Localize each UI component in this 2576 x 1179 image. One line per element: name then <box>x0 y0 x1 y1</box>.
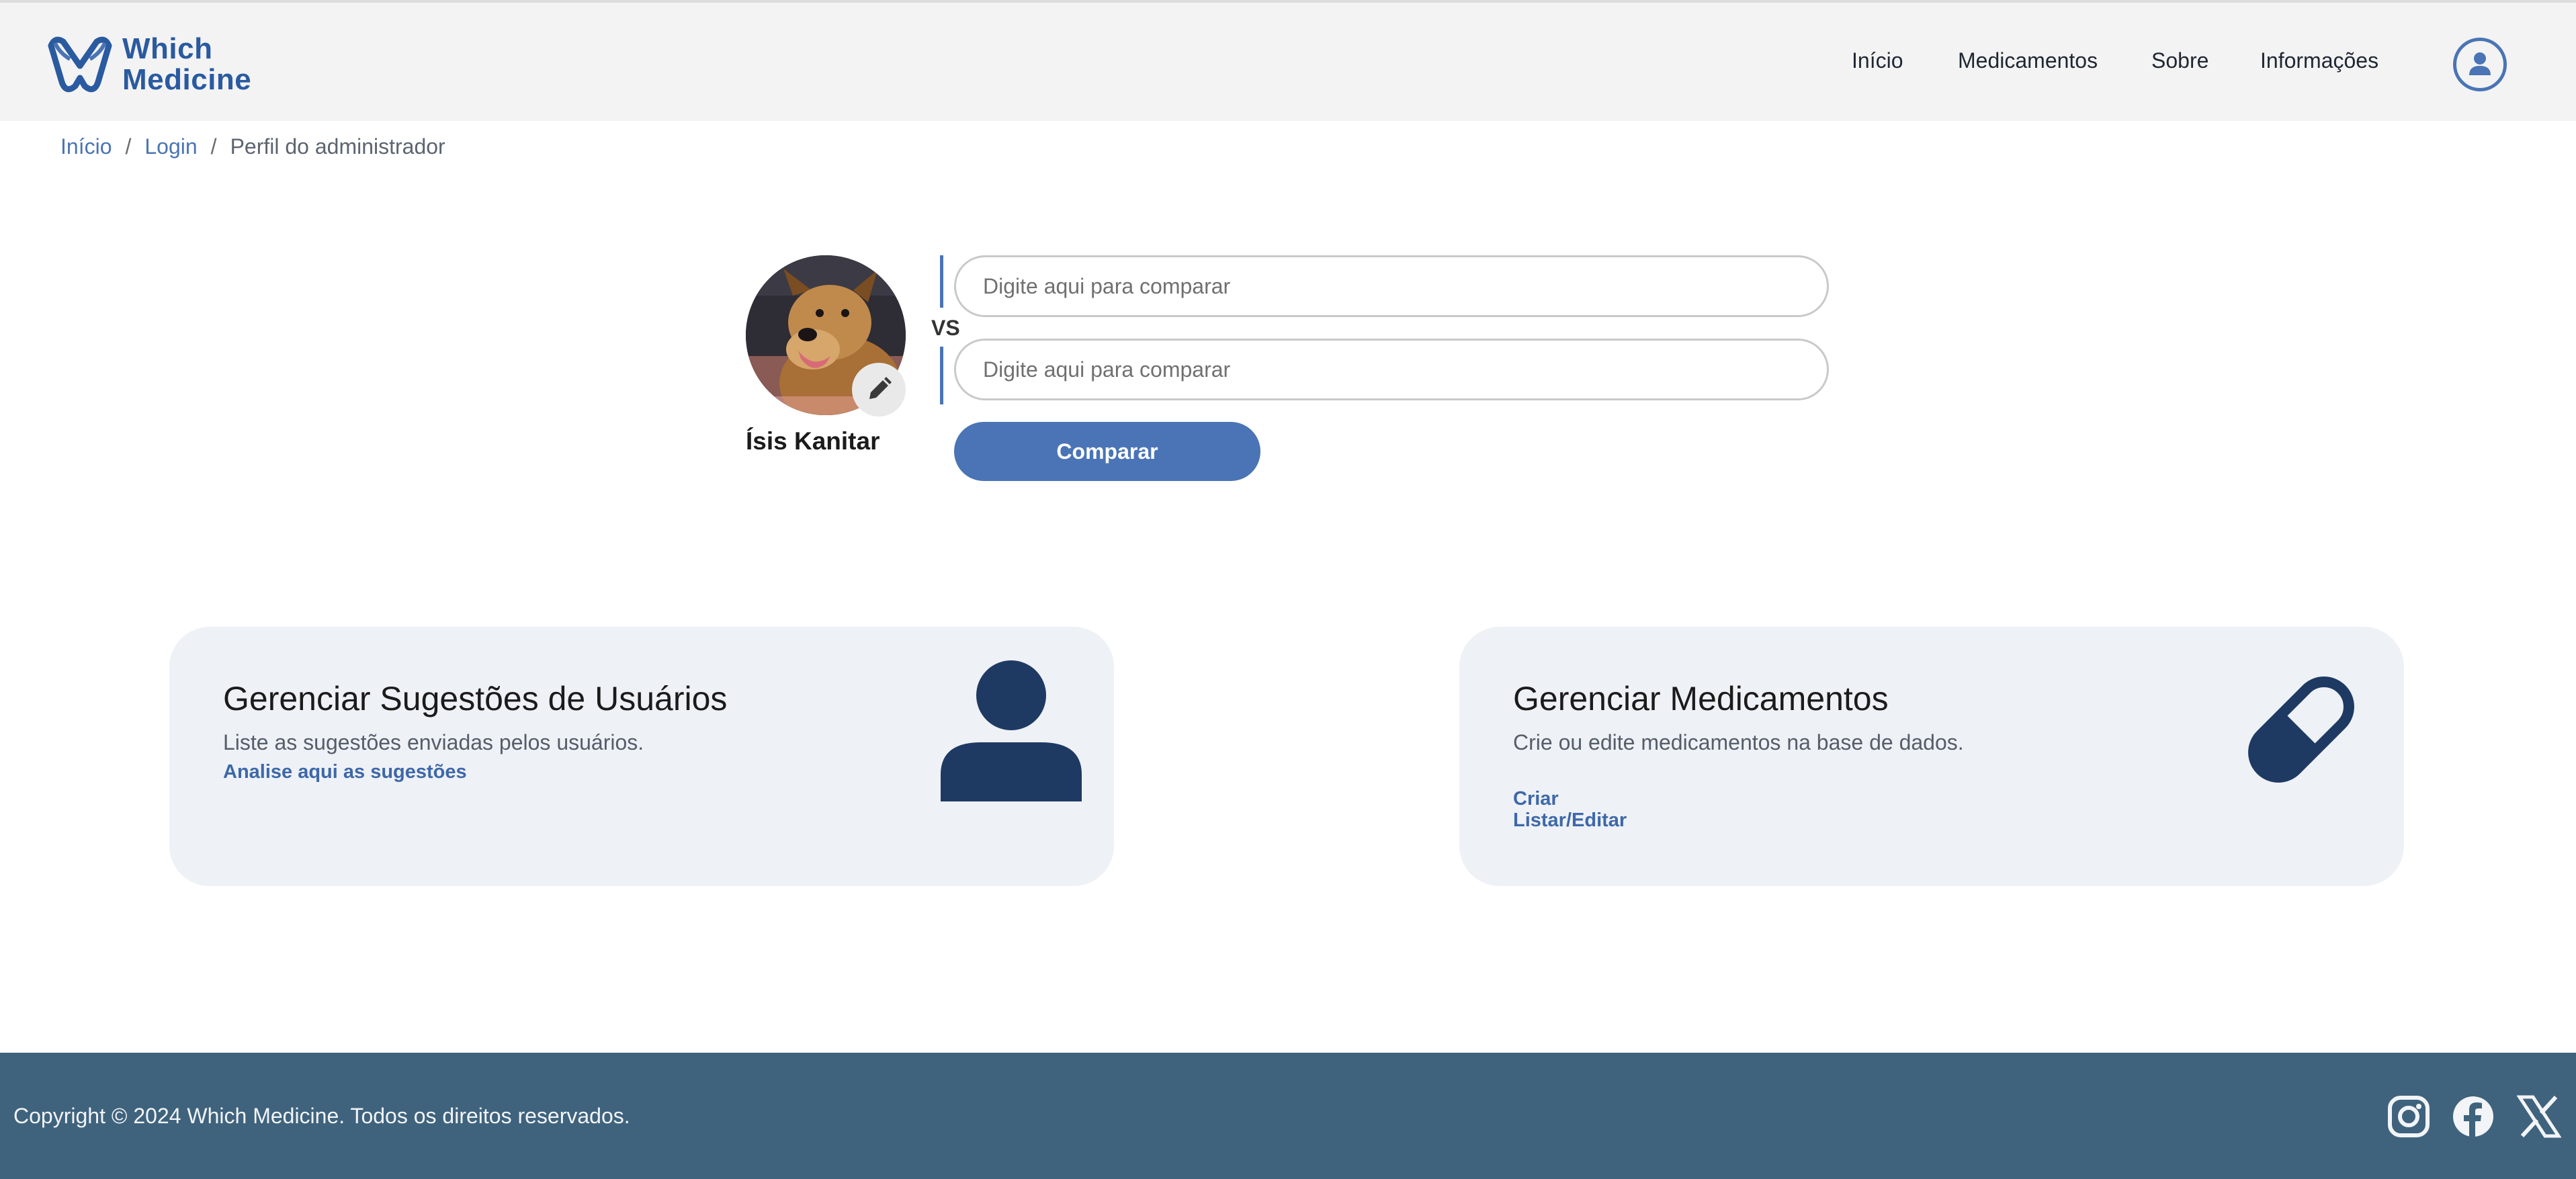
user-circle-icon <box>2469 52 2491 75</box>
breadcrumb-separator: / <box>210 134 217 159</box>
top-navbar: Which Medicine Início Medicamentos Sobre… <box>0 0 2576 121</box>
link-create-medicine[interactable]: Criar <box>1513 788 1559 810</box>
nav-medicamentos[interactable]: Medicamentos <box>1958 48 2098 73</box>
breadcrumb: Início / Login / Perfil do administrador <box>60 134 445 159</box>
card-title: Gerenciar Medicamentos <box>1513 680 1889 717</box>
footer: Copyright © 2024 Which Medicine. Todos o… <box>0 1053 2576 1179</box>
logo-mark-icon <box>48 36 112 93</box>
user-name: Ísis Kanitar <box>746 427 880 455</box>
pencil-icon <box>869 377 892 399</box>
compare-divider <box>940 347 943 404</box>
user-icon <box>941 660 1082 801</box>
link-analyze-suggestions[interactable]: Analise aqui as sugestões <box>223 761 467 783</box>
breadcrumb-login[interactable]: Login <box>144 134 197 159</box>
nav-inicio[interactable]: Início <box>1852 48 1903 73</box>
compare-divider <box>940 255 943 308</box>
user-account-button[interactable] <box>2453 38 2507 91</box>
vs-label: VS <box>931 316 960 340</box>
logo-line1: Which <box>122 32 213 65</box>
nav-sobre[interactable]: Sobre <box>2151 48 2208 73</box>
compare-button[interactable]: Comparar <box>954 422 1260 481</box>
card-manage-suggestions: Gerenciar Sugestões de Usuários Liste as… <box>169 627 1114 886</box>
edit-avatar-button[interactable] <box>852 363 906 417</box>
logo-line2: Medicine <box>122 63 252 96</box>
x-icon[interactable] <box>2517 1094 2561 1139</box>
compare-input-2[interactable] <box>954 339 1829 400</box>
breadcrumb-inicio[interactable]: Início <box>60 134 112 159</box>
card-description: Liste as sugestões enviadas pelos usuári… <box>223 730 644 754</box>
breadcrumb-separator: / <box>125 134 132 159</box>
instagram-icon[interactable] <box>2387 1094 2431 1139</box>
card-title: Gerenciar Sugestões de Usuários <box>223 680 728 717</box>
facebook-icon[interactable] <box>2451 1094 2495 1139</box>
breadcrumb-current: Perfil do administrador <box>230 134 445 159</box>
pill-icon <box>2248 676 2354 783</box>
compare-input-1[interactable] <box>954 255 1829 317</box>
copyright-text: Copyright © 2024 Which Medicine. Todos o… <box>13 1104 630 1128</box>
card-description: Crie ou edite medicamentos na base de da… <box>1513 730 1964 754</box>
logo[interactable]: Which Medicine <box>43 32 251 97</box>
card-manage-medicines: Gerenciar Medicamentos Crie ou edite med… <box>1459 627 2404 886</box>
link-list-edit-medicines[interactable]: Listar/Editar <box>1513 810 1627 832</box>
nav-informacoes[interactable]: Informações <box>2260 48 2378 73</box>
